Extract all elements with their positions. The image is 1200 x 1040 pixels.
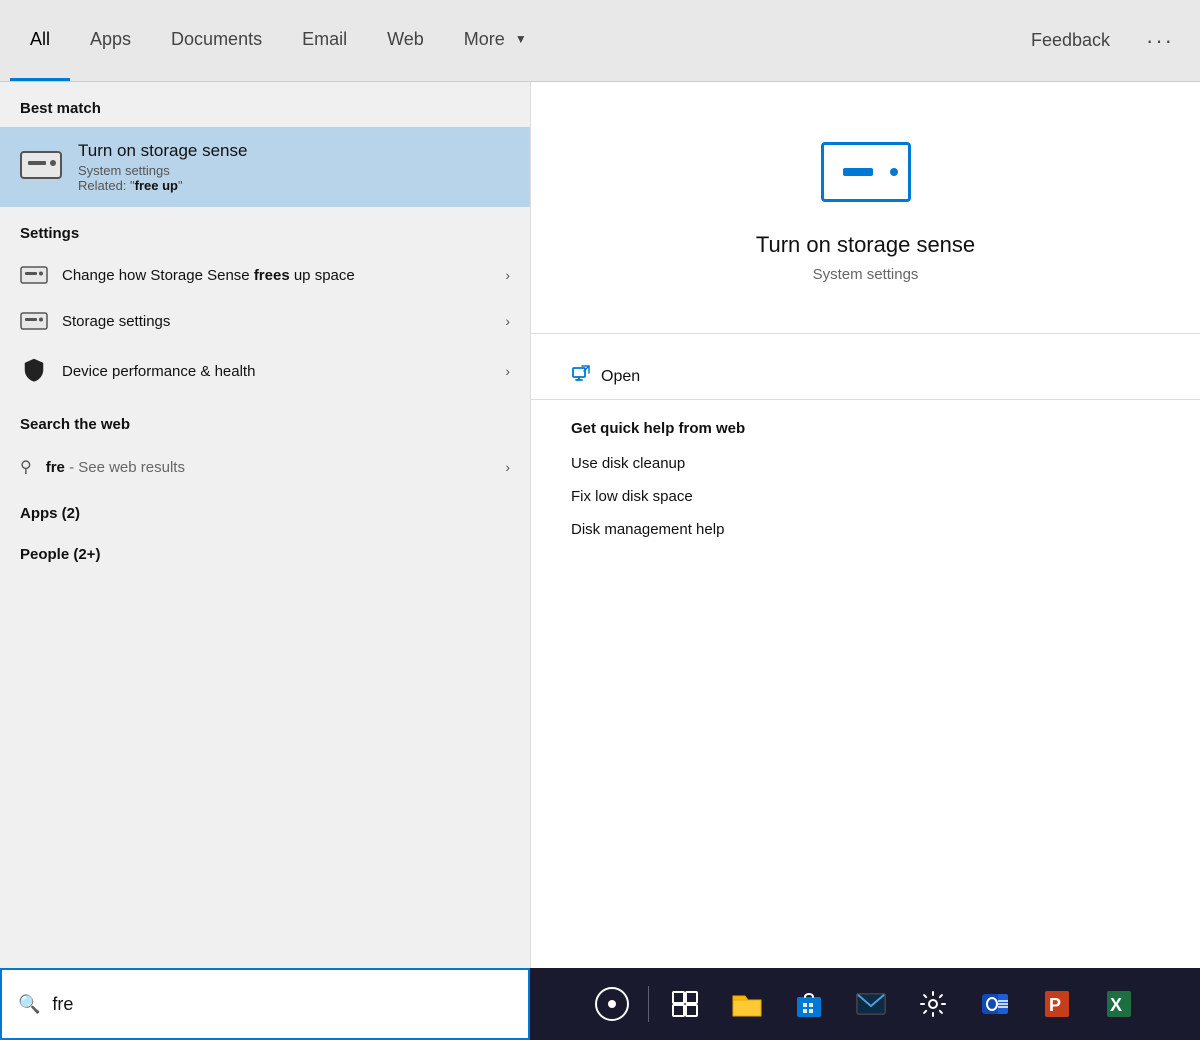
related-keyword: free up [135, 178, 178, 193]
best-match-label: Best match [0, 82, 530, 127]
start-button[interactable] [586, 978, 638, 1030]
storage-sense-label: Change how Storage Sense frees up space [62, 267, 491, 284]
settings-button[interactable] [907, 978, 959, 1030]
task-view-button[interactable] [659, 978, 711, 1030]
more-dots-icon: ··· [1146, 28, 1174, 54]
tab-documents[interactable]: Documents [151, 0, 282, 81]
help-link-2[interactable]: Fix low disk space [571, 488, 1160, 505]
svg-text:X: X [1110, 995, 1122, 1015]
storage-sense-icon [20, 151, 62, 184]
tab-apps[interactable]: Apps [70, 0, 151, 81]
best-match-text: Turn on storage sense System settings Re… [78, 141, 247, 193]
storage-settings-label: Storage settings [62, 313, 491, 330]
web-search-item[interactable]: ⚲ fre - See web results › [0, 443, 530, 491]
tab-web[interactable]: Web [367, 0, 444, 81]
apps-label[interactable]: Apps (2) [0, 491, 530, 532]
mail-button[interactable] [845, 978, 897, 1030]
tab-apps-label: Apps [90, 29, 131, 50]
file-explorer-button[interactable] [721, 978, 773, 1030]
best-match-related: Related: "free up" [78, 178, 247, 193]
settings-item-storage[interactable]: Storage settings › [0, 298, 530, 344]
settings-label: Settings [0, 207, 530, 252]
feedback-button[interactable]: Feedback [1011, 0, 1130, 81]
open-button[interactable]: Open [531, 354, 1200, 399]
main-content: Best match Turn on storage sense System … [0, 82, 1200, 968]
taskbar-search-text: fre [52, 994, 73, 1015]
taskbar: 🔍 fre [0, 968, 1200, 1040]
web-arrow-icon: › [505, 459, 510, 475]
arrow-icon-2: › [505, 313, 510, 329]
help-section: Get quick help from web Use disk cleanup… [531, 399, 1200, 574]
outlook-button[interactable] [969, 978, 1021, 1030]
help-link-3[interactable]: Disk management help [571, 521, 1160, 538]
shield-icon [20, 358, 48, 384]
windows-circle-inner [608, 1000, 616, 1008]
best-match-subtitle: System settings [78, 163, 247, 178]
arrow-icon-1: › [505, 267, 510, 283]
feedback-label: Feedback [1031, 30, 1110, 51]
detail-title: Turn on storage sense [756, 232, 975, 258]
powerpoint-button[interactable]: P [1031, 978, 1083, 1030]
settings-item-storage-sense[interactable]: Change how Storage Sense frees up space … [0, 252, 530, 298]
search-icon: ⚲ [20, 457, 32, 477]
taskbar-search-icon: 🔍 [18, 994, 40, 1015]
tab-all[interactable]: All [10, 0, 70, 81]
detail-subtitle: System settings [813, 266, 919, 283]
web-search-text: fre - See web results [46, 459, 492, 476]
more-options-button[interactable]: ··· [1130, 0, 1190, 81]
right-detail: Turn on storage sense System settings [531, 82, 1200, 313]
left-panel: Best match Turn on storage sense System … [0, 82, 530, 968]
web-label: Search the web [0, 398, 530, 443]
taskbar-icons: P X [530, 978, 1200, 1030]
top-nav: All Apps Documents Email Web More ▼ Feed… [0, 0, 1200, 82]
device-performance-label: Device performance & health [62, 363, 491, 380]
open-icon [571, 364, 591, 389]
taskbar-divider [648, 986, 649, 1022]
open-label: Open [601, 368, 640, 386]
chevron-down-icon: ▼ [515, 32, 527, 46]
windows-circle-icon [595, 987, 629, 1021]
detail-storage-icon [821, 142, 911, 202]
store-button[interactable] [783, 978, 835, 1030]
right-panel: Turn on storage sense System settings Op… [530, 82, 1200, 968]
people-label[interactable]: People (2+) [0, 532, 530, 573]
arrow-icon-3: › [505, 363, 510, 379]
tab-all-label: All [30, 29, 50, 50]
storage-icon-1 [20, 266, 48, 284]
excel-button[interactable]: X [1093, 978, 1145, 1030]
help-link-1[interactable]: Use disk cleanup [571, 455, 1160, 472]
detail-divider [531, 333, 1200, 334]
help-title: Get quick help from web [571, 420, 1160, 437]
tab-web-label: Web [387, 29, 424, 50]
svg-text:P: P [1049, 995, 1061, 1015]
web-see-results: - See web results [65, 459, 185, 476]
storage-icon-2 [20, 312, 48, 330]
taskbar-search[interactable]: 🔍 fre [0, 968, 530, 1040]
best-match-title: Turn on storage sense [78, 141, 247, 161]
tab-documents-label: Documents [171, 29, 262, 50]
settings-item-device[interactable]: Device performance & health › [0, 344, 530, 398]
tab-more-label: More [464, 29, 505, 50]
tab-email[interactable]: Email [282, 0, 367, 81]
tab-more[interactable]: More ▼ [444, 0, 547, 81]
best-match-item[interactable]: Turn on storage sense System settings Re… [0, 127, 530, 207]
tab-email-label: Email [302, 29, 347, 50]
web-query: fre [46, 459, 65, 476]
detail-icon-bar [843, 168, 873, 176]
